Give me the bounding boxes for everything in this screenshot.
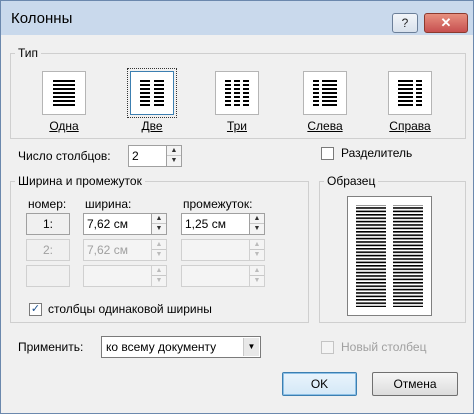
col-number-header: номер: (28, 197, 67, 211)
apply-label: Применить: (18, 340, 84, 354)
row1-number: 1: (26, 213, 70, 235)
preset-two-columns-button[interactable] (127, 68, 177, 118)
equal-width-checkbox[interactable]: ✓ (29, 303, 42, 316)
two-column-preview-image (356, 205, 423, 307)
preset-right-label: Справа (389, 119, 431, 133)
spin-down-icon[interactable]: ▼ (152, 250, 166, 260)
preset-right-button[interactable] (388, 71, 432, 115)
apply-to-dropdown[interactable]: ко всему документу ▼ (101, 336, 261, 358)
one-column-icon (53, 80, 75, 106)
help-icon: ? (401, 16, 409, 30)
row2-spacing-input[interactable] (181, 239, 251, 261)
right-column-icon (398, 80, 422, 106)
checkmark-icon: ✓ (30, 303, 41, 315)
num-columns-spinner[interactable]: ▲ ▼ (166, 145, 182, 167)
row3-spacing-input[interactable] (181, 265, 251, 287)
preset-two-label: Две (141, 119, 163, 133)
separator-checkbox[interactable] (321, 147, 334, 160)
close-icon: ✕ (440, 15, 452, 30)
ok-button[interactable]: OK (282, 372, 357, 396)
preset-three-columns-button[interactable] (215, 71, 259, 115)
apply-to-value: ко всему документу (106, 340, 217, 354)
row2-width-input[interactable]: 7,62 см (83, 239, 153, 261)
num-columns-label: Число столбцов: (18, 149, 111, 163)
spin-down-icon[interactable]: ▼ (152, 276, 166, 286)
row1-width-input[interactable]: 7,62 см (83, 213, 153, 235)
spin-down-icon[interactable]: ▼ (152, 224, 166, 234)
two-columns-icon (140, 80, 164, 106)
cancel-button[interactable]: Отмена (372, 372, 458, 396)
preset-left-label: Слева (307, 119, 343, 133)
row1-width-spinner[interactable]: ▲ ▼ (151, 213, 167, 235)
spin-down-icon[interactable]: ▼ (167, 156, 181, 166)
num-columns-input[interactable]: 2 (128, 145, 168, 167)
spin-down-icon[interactable]: ▼ (250, 250, 264, 260)
spin-up-icon[interactable]: ▲ (152, 266, 166, 276)
new-column-checkbox[interactable] (321, 341, 334, 354)
title-bar[interactable]: Колонны ? ✕ (1, 1, 473, 35)
spin-up-icon[interactable]: ▲ (250, 266, 264, 276)
chevron-down-icon[interactable]: ▼ (243, 338, 259, 356)
spin-down-icon[interactable]: ▼ (250, 276, 264, 286)
row1-spacing-spinner[interactable]: ▲ ▼ (249, 213, 265, 235)
row3-number (26, 265, 70, 287)
spin-up-icon[interactable]: ▲ (152, 214, 166, 224)
equal-width-label: столбцы одинаковой ширины (48, 302, 212, 316)
separator-label: Разделитель (341, 146, 413, 160)
preset-one-column-button[interactable] (42, 71, 86, 115)
col-spacing-header: промежуток: (183, 197, 253, 211)
close-button[interactable]: ✕ (424, 13, 468, 33)
sample-preview (347, 196, 432, 316)
preset-three-label: Три (226, 119, 248, 133)
type-group-title: Тип (15, 46, 42, 60)
row3-width-spinner[interactable]: ▲ ▼ (151, 265, 167, 287)
three-columns-icon (225, 80, 249, 106)
row3-spacing-spinner[interactable]: ▲ ▼ (249, 265, 265, 287)
spin-up-icon[interactable]: ▲ (250, 240, 264, 250)
dialog-title: Колонны (11, 10, 73, 27)
preset-one-label: Одна (49, 119, 79, 133)
spin-up-icon[interactable]: ▲ (152, 240, 166, 250)
spin-up-icon[interactable]: ▲ (167, 146, 181, 156)
help-button[interactable]: ? (392, 13, 418, 33)
col-width-header: ширина: (85, 197, 132, 211)
row2-spacing-spinner[interactable]: ▲ ▼ (249, 239, 265, 261)
sample-group-title: Образец (324, 174, 379, 188)
row1-spacing-input[interactable]: 1,25 см (181, 213, 251, 235)
width-spacing-group-title: Ширина и промежуток (15, 174, 145, 188)
new-column-label: Новый столбец (341, 340, 427, 354)
spin-down-icon[interactable]: ▼ (250, 224, 264, 234)
spin-up-icon[interactable]: ▲ (250, 214, 264, 224)
columns-dialog: Колонны ? ✕ Тип Одна Две Три Слева Справ… (0, 0, 474, 414)
row3-width-input[interactable] (83, 265, 153, 287)
row2-width-spinner[interactable]: ▲ ▼ (151, 239, 167, 261)
left-column-icon (313, 80, 337, 106)
preset-left-button[interactable] (303, 71, 347, 115)
row2-number: 2: (26, 239, 70, 261)
